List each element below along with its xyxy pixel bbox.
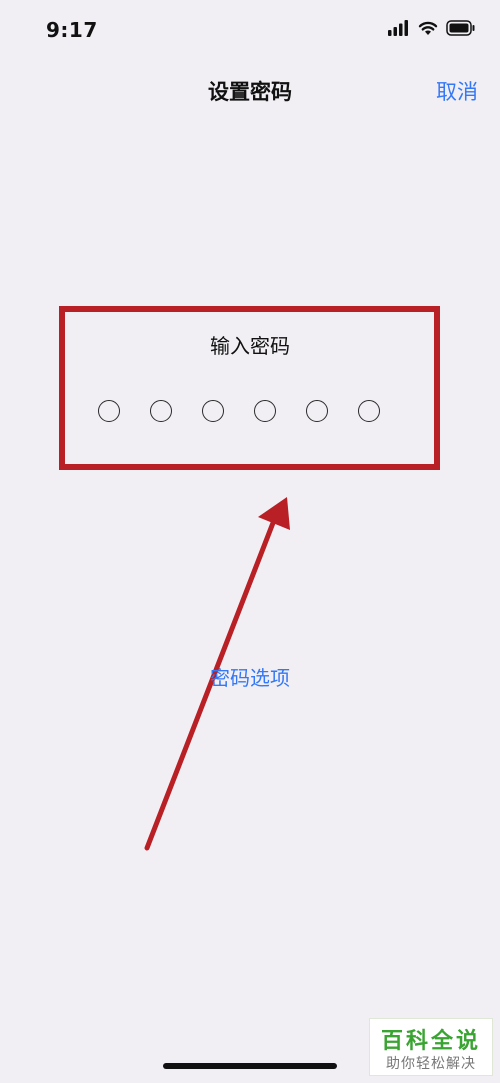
- watermark-logo: 百科全说 助你轻松解决: [369, 1018, 493, 1076]
- watermark-subtitle: 助你轻松解决: [386, 1056, 476, 1072]
- watermark-title: 百科全说: [380, 1029, 481, 1054]
- page-title: 设置密码: [208, 80, 292, 104]
- status-time: 9:17: [46, 18, 98, 42]
- cancel-button[interactable]: 取消: [436, 76, 478, 106]
- signal-icon: [388, 20, 408, 36]
- battery-icon: [446, 20, 475, 36]
- status-icons: [388, 20, 476, 36]
- annotation-arrow-icon: [144, 497, 290, 851]
- status-bar: 9:17: [0, 0, 500, 60]
- wifi-icon: [418, 21, 438, 35]
- home-indicator[interactable]: [163, 1063, 337, 1069]
- passcode-options-link[interactable]: 密码选项: [0, 662, 500, 691]
- nav-bar: 设置密码 取消: [0, 64, 500, 116]
- annotation-highlight-box: [59, 306, 440, 470]
